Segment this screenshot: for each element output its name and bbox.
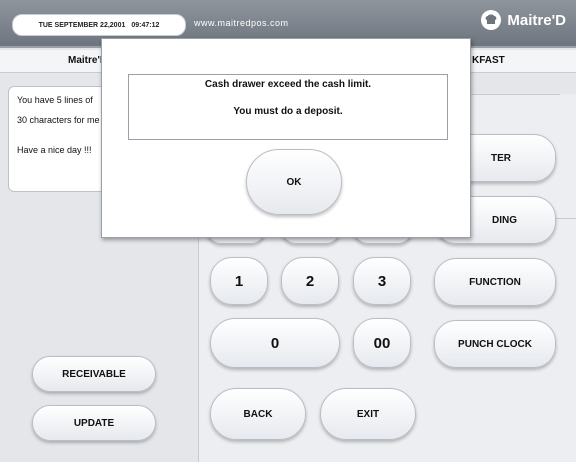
dialog-message-box: Cash drawer exceed the cash limit. You m… <box>128 74 448 140</box>
function-button[interactable]: FUNCTION <box>434 258 556 306</box>
cash-limit-dialog: Cash drawer exceed the cash limit. You m… <box>101 38 471 238</box>
key-0-button[interactable]: 0 <box>210 318 340 368</box>
header-right-label: KFAST <box>472 55 505 66</box>
dialog-message-line-1: Cash drawer exceed the cash limit. <box>204 79 372 90</box>
dialog-message-line-2: You must do a deposit. <box>233 106 343 117</box>
ok-button[interactable]: OK <box>246 149 342 215</box>
receivable-button[interactable]: RECEIVABLE <box>32 356 156 392</box>
website-url: www.maitredpos.com <box>194 18 289 28</box>
key-00-button[interactable]: 00 <box>353 318 411 368</box>
time-text: 09:47:12 <box>131 21 160 29</box>
key-3-button[interactable]: 3 <box>353 257 411 305</box>
brand-name: Maitre'D <box>507 11 566 29</box>
chef-hat-icon <box>481 10 502 30</box>
back-button[interactable]: BACK <box>210 388 306 440</box>
exit-button[interactable]: EXIT <box>320 388 416 440</box>
brand-logo: Maitre'D <box>481 10 566 30</box>
punch-clock-button[interactable]: PUNCH CLOCK <box>434 320 556 368</box>
key-1-button[interactable]: 1 <box>210 257 268 305</box>
key-2-button[interactable]: 2 <box>281 257 339 305</box>
update-button[interactable]: UPDATE <box>32 405 156 441</box>
date-time-display: TUE SEPTEMBER 22,2001 09:47:12 <box>12 14 186 36</box>
date-text: TUE SEPTEMBER 22,2001 <box>38 21 126 29</box>
